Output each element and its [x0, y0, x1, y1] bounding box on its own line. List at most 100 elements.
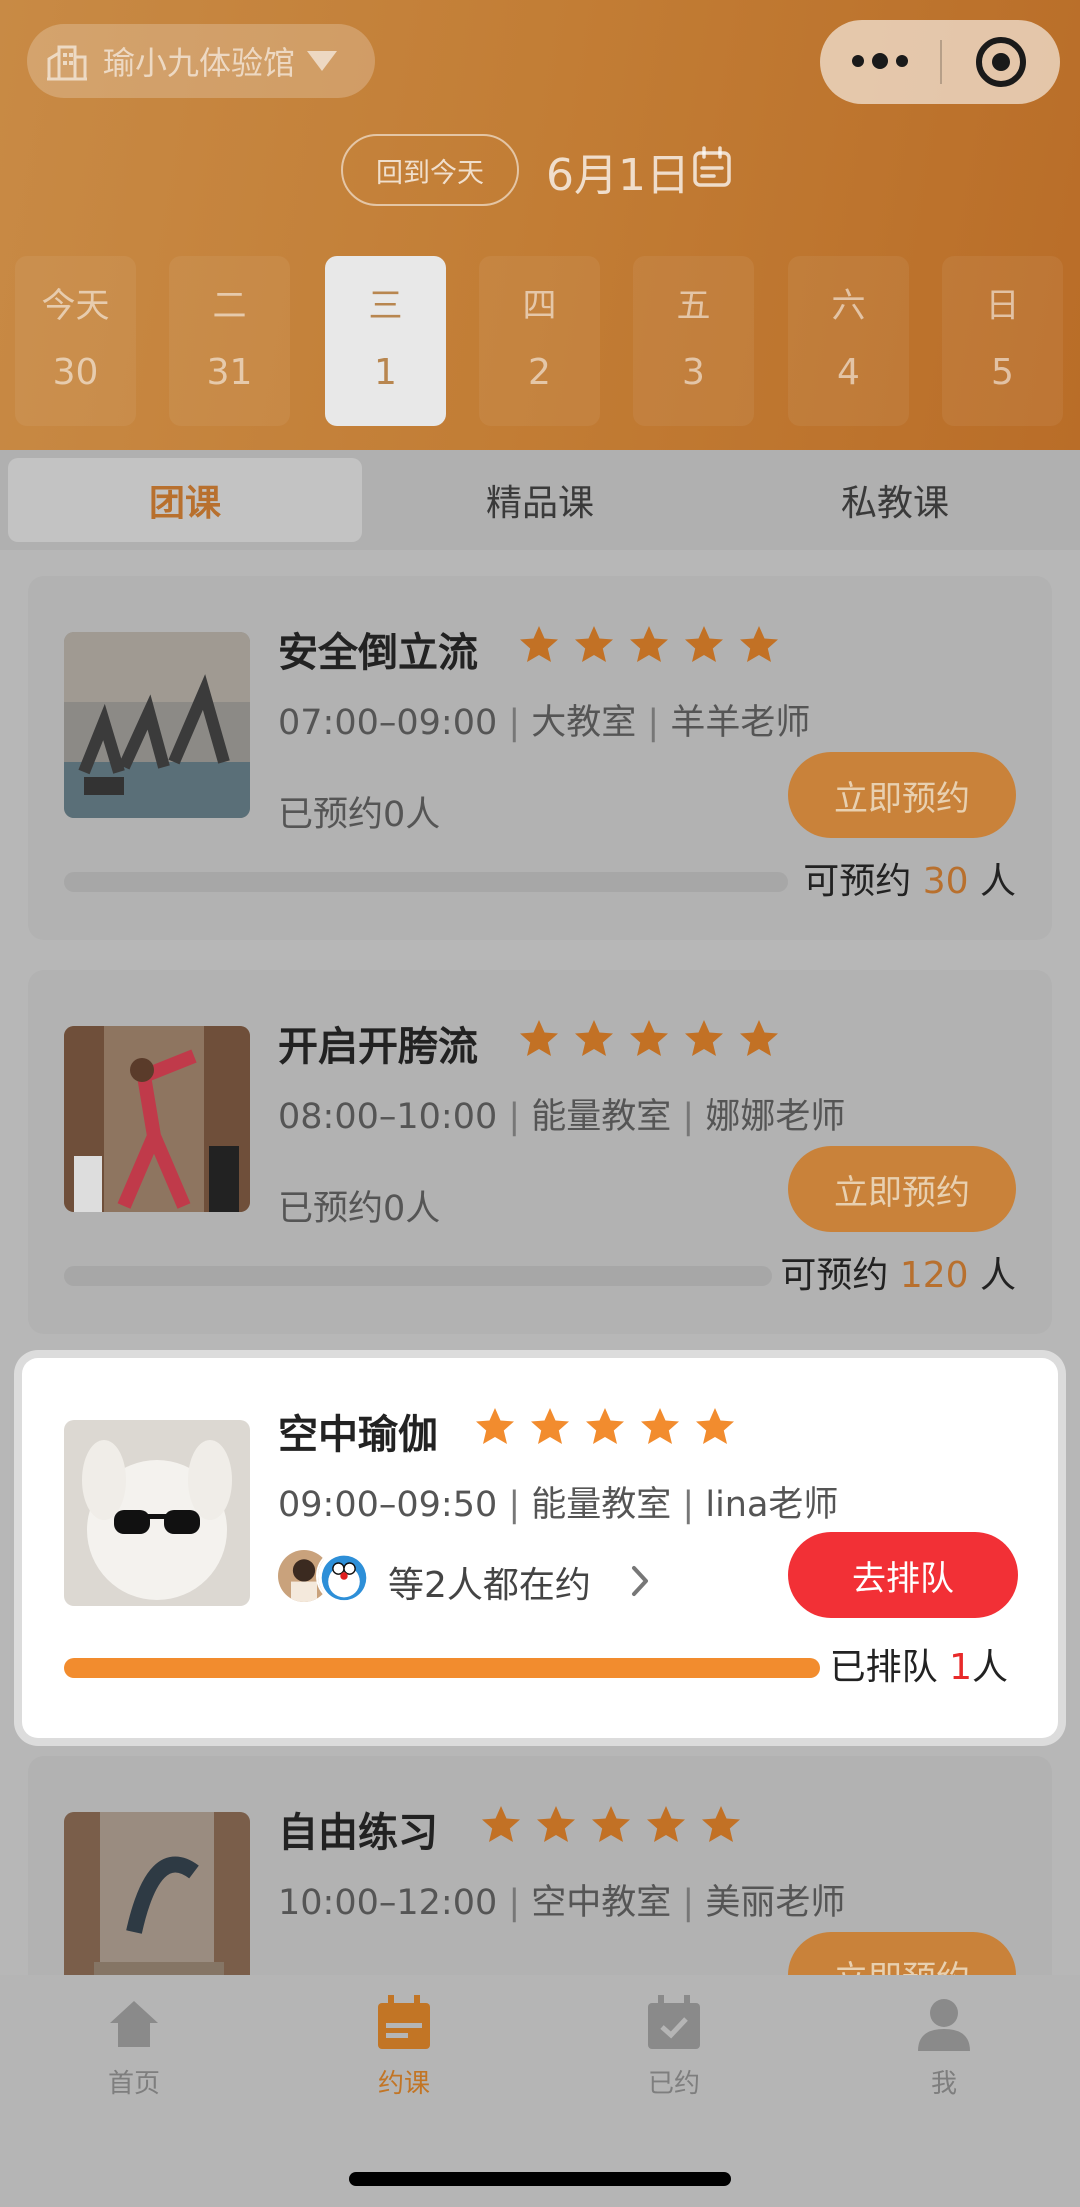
- day-date: 2: [528, 352, 551, 393]
- day-item[interactable]: 四2: [479, 256, 600, 426]
- star-icon: [696, 1408, 734, 1444]
- book-now-button[interactable]: 立即预约: [788, 752, 1016, 838]
- course-time: 07:00–09:00: [278, 703, 498, 743]
- course-teacher: lina老师: [705, 1485, 839, 1525]
- star-icon: [702, 1806, 740, 1842]
- course-thumbnail: [64, 1420, 250, 1606]
- tabbar-label: 已约: [647, 2069, 700, 2099]
- day-item[interactable]: 二 31: [169, 256, 290, 426]
- day-weekday: 二: [212, 286, 247, 326]
- store-selector[interactable]: 瑜小九体验馆: [27, 24, 375, 98]
- star-icon: [586, 1408, 624, 1444]
- day-item[interactable]: 日5: [942, 256, 1063, 426]
- course-card[interactable]: 开启开胯流 08:00–10:00 | 能量教室 | 娜娜老师 已预约0人 立即…: [28, 970, 1052, 1334]
- date-strip: 今天 30 二 31 三1 四2 五3 六4 日5: [15, 256, 1065, 426]
- tab-group-class[interactable]: 团课: [8, 458, 362, 542]
- tab-premium-class[interactable]: 精品课: [363, 458, 717, 542]
- day-weekday: 今天: [41, 286, 110, 326]
- tabbar-label: 首页: [107, 2069, 160, 2099]
- home-indicator[interactable]: [349, 2172, 731, 2186]
- calendar-check-icon: [648, 1995, 700, 2049]
- star-icon: [575, 1020, 613, 1056]
- rating-stars: [518, 620, 780, 670]
- caret-down-icon: [307, 51, 338, 71]
- course-card[interactable]: 安全倒立流 07:00–09:00 | 大教室 | 羊羊老师 已预约0人 立即预…: [28, 576, 1052, 940]
- booked-count: 已预约0人: [278, 795, 441, 835]
- course-title: 安全倒立流: [278, 630, 478, 676]
- star-icon: [531, 1408, 569, 1444]
- course-teacher: 娜娜老师: [705, 1097, 846, 1137]
- day-date: 3: [682, 352, 705, 393]
- attendee-avatars[interactable]: [276, 1548, 376, 1604]
- tabbar-booked[interactable]: 已约: [584, 1993, 764, 2100]
- star-icon: [647, 1806, 685, 1842]
- course-title: 空中瑜伽: [278, 1412, 438, 1458]
- star-icon: [520, 1020, 558, 1056]
- rating-stars: [480, 1800, 742, 1850]
- day-item[interactable]: 五3: [633, 256, 754, 426]
- user-icon: [918, 1999, 970, 2051]
- day-date: 1: [374, 352, 397, 393]
- day-item[interactable]: 六4: [788, 256, 909, 426]
- back-to-today-button[interactable]: 回到今天: [341, 134, 519, 206]
- rating-stars: [474, 1402, 736, 1452]
- star-icon: [740, 1020, 778, 1056]
- course-thumbnail: [64, 1026, 250, 1212]
- star-icon: [592, 1806, 630, 1842]
- day-weekday: 三: [368, 286, 403, 326]
- tab-private-class[interactable]: 私教课: [718, 458, 1072, 542]
- miniprogram-capsule: [820, 20, 1060, 104]
- queue-progress-bar: [64, 1658, 820, 1678]
- course-time: 08:00–10:00: [278, 1097, 498, 1137]
- course-thumbnail: [64, 1812, 250, 1998]
- star-icon: [630, 1020, 668, 1056]
- book-now-button[interactable]: 立即预约: [788, 1146, 1016, 1232]
- avatar: [316, 1548, 372, 1604]
- course-time: 10:00–12:00: [278, 1883, 498, 1923]
- day-weekday: 四: [522, 286, 557, 326]
- star-icon: [740, 626, 778, 662]
- course-title: 开启开胯流: [278, 1024, 478, 1070]
- course-meta: 10:00–12:00 | 空中教室 | 美丽老师: [278, 1883, 846, 1923]
- course-teacher: 羊羊老师: [670, 703, 811, 743]
- chevron-right-icon[interactable]: [626, 1564, 654, 1598]
- tabbar-book[interactable]: 约课: [314, 1993, 494, 2100]
- star-icon: [641, 1408, 679, 1444]
- tabbar-label: 约课: [377, 2069, 430, 2099]
- course-meta: 09:00–09:50 | 能量教室 | lina老师: [278, 1485, 839, 1525]
- day-date: 30: [52, 352, 99, 393]
- more-icon[interactable]: [820, 53, 940, 69]
- rating-stars: [518, 1014, 780, 1064]
- calendar-icon: [378, 1995, 430, 2049]
- course-room: 空中教室: [531, 1883, 672, 1923]
- capacity-text: 可预约 120 人: [780, 1255, 1016, 1296]
- day-item-selected[interactable]: 三1: [325, 256, 446, 426]
- star-icon: [482, 1806, 520, 1842]
- queue-text: 已排队 1人: [829, 1647, 1008, 1688]
- course-teacher: 美丽老师: [705, 1883, 846, 1923]
- capacity-bar: [64, 1266, 772, 1286]
- day-item[interactable]: 今天 30: [15, 256, 136, 426]
- capacity-text: 可预约 30 人: [803, 861, 1016, 902]
- course-room: 能量教室: [531, 1485, 672, 1525]
- course-thumbnail: [64, 632, 250, 818]
- tabbar-me[interactable]: 我: [854, 1993, 1034, 2100]
- course-type-tabs: 团课 精品课 私教课: [0, 450, 1080, 550]
- booked-count: 已预约0人: [278, 1189, 441, 1229]
- star-icon: [630, 626, 668, 662]
- course-room: 大教室: [531, 703, 637, 743]
- waiting-text[interactable]: 等2人都在约: [388, 1556, 591, 1608]
- tabbar-home[interactable]: 首页: [44, 1993, 224, 2100]
- join-queue-button[interactable]: 去排队: [788, 1532, 1018, 1618]
- close-miniprogram-icon[interactable]: [942, 37, 1060, 87]
- course-room: 能量教室: [531, 1097, 672, 1137]
- home-icon: [110, 2001, 158, 2047]
- star-icon: [575, 626, 613, 662]
- store-name: 瑜小九体验馆: [103, 44, 296, 82]
- star-icon: [520, 626, 558, 662]
- course-title: 自由练习: [278, 1810, 438, 1856]
- day-date: 31: [206, 352, 253, 393]
- course-card-highlighted[interactable]: 空中瑜伽 09:00–09:50 | 能量教室 | lina老师 等2人都在约 …: [22, 1358, 1058, 1738]
- calendar-icon[interactable]: [692, 146, 732, 188]
- tabbar-label: 我: [930, 2069, 957, 2099]
